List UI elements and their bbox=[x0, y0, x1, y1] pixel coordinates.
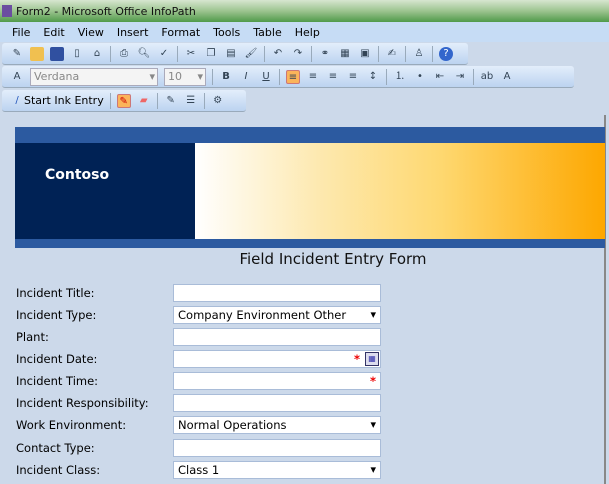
menu-format[interactable]: Format bbox=[161, 26, 200, 39]
label: Incident Class: bbox=[16, 463, 101, 477]
copy-icon[interactable]: ❐ bbox=[204, 47, 218, 61]
window-title: Form2 - Microsoft Office InfoPath bbox=[16, 4, 196, 18]
font-size-combo[interactable]: 10 bbox=[164, 67, 206, 86]
font-color-icon[interactable]: A bbox=[500, 70, 514, 84]
styles-icon[interactable]: A bbox=[10, 70, 24, 84]
menu-file[interactable]: File bbox=[12, 26, 30, 39]
incident-responsibility-input[interactable] bbox=[173, 394, 381, 412]
align-right-icon[interactable]: ≡ bbox=[326, 70, 340, 84]
paste-icon[interactable]: ▤ bbox=[224, 47, 238, 61]
banner-gradient bbox=[195, 143, 605, 239]
permission-icon[interactable]: ⌂ bbox=[90, 47, 104, 61]
incident-date-picker[interactable]: * ▦ bbox=[173, 350, 381, 368]
row-work-environment: Work Environment: Normal Operations bbox=[16, 416, 386, 436]
label: Incident Type: bbox=[16, 308, 97, 322]
align-center-icon[interactable]: ≡ bbox=[306, 70, 320, 84]
undo-icon[interactable]: ↶ bbox=[271, 47, 285, 61]
save-icon[interactable] bbox=[50, 46, 64, 61]
ink-settings-icon[interactable]: ⚙ bbox=[211, 94, 225, 108]
italic-icon[interactable]: I bbox=[239, 70, 253, 84]
incident-type-dropdown[interactable]: Company Environment Other bbox=[173, 306, 381, 324]
cut-icon[interactable]: ✂ bbox=[184, 47, 198, 61]
row-incident-type: Incident Type: Company Environment Other bbox=[16, 306, 386, 326]
header-banner: Contoso bbox=[15, 127, 605, 248]
redo-icon[interactable]: ↷ bbox=[291, 47, 305, 61]
label: Incident Title: bbox=[16, 286, 95, 300]
menu-edit[interactable]: Edit bbox=[43, 26, 64, 39]
incident-class-dropdown[interactable]: Class 1 bbox=[173, 461, 381, 479]
align-left-icon[interactable]: ≡ bbox=[286, 69, 300, 84]
hyperlink-icon[interactable]: ⚭ bbox=[318, 47, 332, 61]
bullets-icon[interactable]: • bbox=[413, 70, 427, 84]
menu-table[interactable]: Table bbox=[253, 26, 281, 39]
row-incident-time: Incident Time: * bbox=[16, 372, 386, 392]
form-title: Field Incident Entry Form bbox=[239, 250, 427, 268]
ink-toolbar: / Start Ink Entry ✎ ▰ ✎ ☰ ⚙ bbox=[2, 90, 246, 112]
label: Work Environment: bbox=[16, 418, 127, 432]
menu-help[interactable]: Help bbox=[295, 26, 320, 39]
print-icon[interactable]: ⎙ bbox=[117, 47, 131, 61]
ink-icon[interactable]: ✍ bbox=[385, 47, 399, 61]
underline-icon[interactable]: U bbox=[259, 70, 273, 84]
menu-tools[interactable]: Tools bbox=[213, 26, 240, 39]
value: Company Environment Other bbox=[178, 308, 347, 322]
formatting-toolbar: A Verdana 10 B I U ≡ ≡ ≡ ≡ ↕ ⒈ • ⇤ ⇥ ab … bbox=[2, 66, 574, 88]
ink-color-icon[interactable]: ✎ bbox=[164, 94, 178, 108]
spelling-icon[interactable]: ✓ bbox=[157, 47, 171, 61]
print-preview-icon[interactable]: 🔍︎ bbox=[137, 47, 151, 61]
incident-title-input[interactable] bbox=[173, 284, 381, 302]
label: Plant: bbox=[16, 330, 49, 344]
export-pdf-icon[interactable]: ▯ bbox=[70, 47, 84, 61]
value: Normal Operations bbox=[178, 418, 287, 432]
font-combo[interactable]: Verdana bbox=[30, 67, 158, 86]
incident-time-input[interactable]: * bbox=[173, 372, 381, 390]
label: Incident Date: bbox=[16, 352, 98, 366]
row-incident-class: Incident Class: Class 1 bbox=[16, 461, 386, 481]
decrease-indent-icon[interactable]: ⇤ bbox=[433, 70, 447, 84]
work-environment-dropdown[interactable]: Normal Operations bbox=[173, 416, 381, 434]
plant-input[interactable] bbox=[173, 328, 381, 346]
contact-type-input[interactable] bbox=[173, 439, 381, 457]
infopath-app-icon bbox=[2, 5, 12, 17]
bold-icon[interactable]: B bbox=[219, 70, 233, 84]
label: Incident Responsibility: bbox=[16, 396, 149, 410]
pen-icon: / bbox=[15, 94, 19, 106]
label: Incident Time: bbox=[16, 374, 99, 388]
justify-icon[interactable]: ≡ bbox=[346, 70, 360, 84]
line-spacing-icon[interactable]: ↕ bbox=[366, 70, 380, 84]
line-style-icon[interactable]: ☰ bbox=[184, 94, 198, 108]
eraser-icon[interactable]: ▰ bbox=[137, 94, 151, 108]
row-contact-type: Contact Type: bbox=[16, 439, 386, 459]
menu-bar: File Edit View Insert Format Tools Table… bbox=[0, 22, 609, 42]
help-icon[interactable]: ? bbox=[439, 46, 453, 61]
title-bar: Form2 - Microsoft Office InfoPath bbox=[0, 0, 609, 22]
numbering-icon[interactable]: ⒈ bbox=[393, 70, 407, 84]
label: Contact Type: bbox=[16, 441, 95, 455]
row-incident-title: Incident Title: bbox=[16, 284, 386, 304]
value: Class 1 bbox=[178, 463, 220, 477]
table-icon[interactable]: ▦ bbox=[338, 47, 352, 61]
menu-insert[interactable]: Insert bbox=[117, 26, 149, 39]
row-incident-responsibility: Incident Responsibility: bbox=[16, 394, 386, 414]
picture-icon[interactable]: ▣ bbox=[358, 47, 372, 61]
calendar-icon[interactable]: ▦ bbox=[365, 352, 379, 366]
standard-toolbar: ✎ ▯ ⌂ ⎙ 🔍︎ ✓ ✂ ❐ ▤ 🖌︎ ↶ ↷ ⚭ ▦ ▣ ✍ ♙ ? bbox=[2, 43, 468, 65]
ink-pen-icon[interactable]: ✎ bbox=[116, 93, 131, 108]
format-painter-icon[interactable]: 🖌︎ bbox=[244, 47, 258, 61]
company-name: Contoso bbox=[15, 143, 195, 239]
menu-view[interactable]: View bbox=[78, 26, 104, 39]
design-icon[interactable]: ✎ bbox=[10, 47, 24, 61]
required-mark: * bbox=[369, 374, 376, 388]
start-ink-entry-button[interactable]: Start Ink Entry bbox=[24, 94, 104, 107]
row-plant: Plant: bbox=[16, 328, 386, 348]
form-canvas: Contoso Field Incident Entry Form Incide… bbox=[0, 115, 606, 484]
required-mark: * bbox=[353, 352, 360, 366]
increase-indent-icon[interactable]: ⇥ bbox=[453, 70, 467, 84]
open-icon[interactable] bbox=[30, 46, 44, 61]
digital-signature-icon[interactable]: ♙ bbox=[412, 47, 426, 61]
highlight-icon[interactable]: ab bbox=[480, 70, 494, 84]
row-incident-date: Incident Date: * ▦ bbox=[16, 350, 386, 370]
